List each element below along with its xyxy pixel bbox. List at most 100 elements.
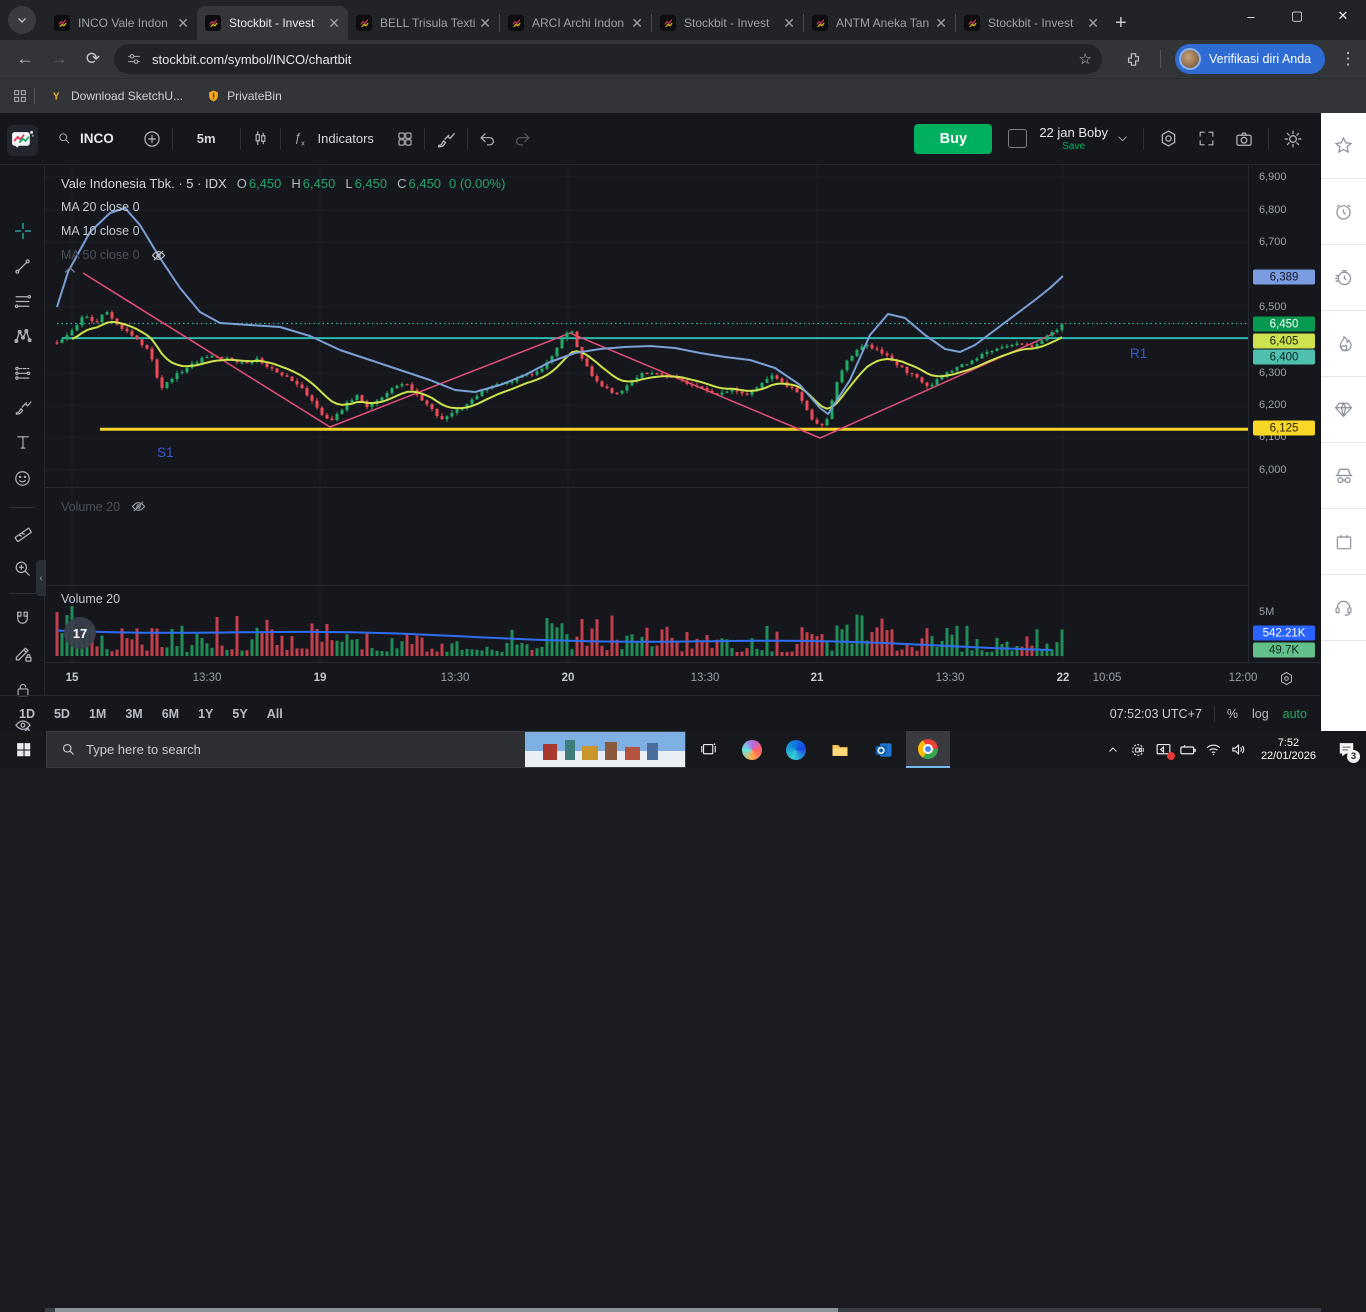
timeframe-1m-button[interactable]: 1M bbox=[89, 707, 106, 721]
apps-grid-icon[interactable] bbox=[12, 88, 28, 104]
hotlist-flame-icon[interactable] bbox=[1321, 311, 1366, 377]
magnet-icon[interactable] bbox=[0, 603, 45, 633]
url-text[interactable]: stockbit.com/symbol/INCO/chartbit bbox=[152, 52, 351, 67]
watchlist-star-icon[interactable] bbox=[1321, 113, 1366, 179]
tray-chevron-up-icon[interactable] bbox=[1101, 731, 1126, 768]
timeframe-5d-button[interactable]: 5D bbox=[54, 707, 70, 721]
browser-tab[interactable]: Stockbit - Invest ✕ bbox=[197, 6, 348, 40]
task-view-icon[interactable] bbox=[686, 731, 730, 768]
tab-close-icon[interactable]: ✕ bbox=[328, 15, 340, 32]
browser-tab[interactable]: ARCI Archi Indon ✕ bbox=[500, 6, 651, 40]
taskbar-search-box[interactable]: Type here to search bbox=[46, 731, 686, 768]
legend-ma50-hidden[interactable]: MA 50 close 0 bbox=[61, 243, 505, 267]
forward-button[interactable]: → bbox=[42, 42, 76, 76]
address-bar[interactable]: stockbit.com/symbol/INCO/chartbit ☆ bbox=[114, 44, 1102, 74]
ideas-diamond-icon[interactable] bbox=[1321, 377, 1366, 443]
symbol-search[interactable]: INCO bbox=[57, 131, 114, 146]
fullscreen-icon[interactable] bbox=[1197, 129, 1216, 148]
countdown-timer-icon[interactable] bbox=[1321, 245, 1366, 311]
fib-lines-icon[interactable] bbox=[0, 286, 45, 316]
window-close-button[interactable]: ✕ bbox=[1320, 0, 1366, 32]
site-info-tune-icon[interactable] bbox=[126, 51, 142, 67]
chart-settings-gear-icon[interactable] bbox=[1158, 128, 1179, 149]
xabcd-pattern-icon[interactable] bbox=[0, 321, 45, 351]
bookmark-item[interactable]: PrivateBin bbox=[205, 88, 282, 104]
ruler-icon[interactable] bbox=[0, 517, 45, 547]
legend-collapse-chevron[interactable] bbox=[63, 265, 77, 275]
file-explorer-icon[interactable] bbox=[818, 731, 862, 768]
timeframe-all-button[interactable]: All bbox=[267, 707, 283, 721]
bookmark-item[interactable]: Y Download SketchU... bbox=[49, 88, 183, 104]
eye-off-icon[interactable] bbox=[150, 247, 167, 264]
timeframe-5y-button[interactable]: 5Y bbox=[232, 707, 247, 721]
tab-close-icon[interactable]: ✕ bbox=[631, 15, 643, 32]
s1-label[interactable]: S1 bbox=[157, 445, 174, 460]
buy-button[interactable]: Buy bbox=[914, 123, 993, 154]
browser-tab[interactable]: ANTM Aneka Tan ✕ bbox=[804, 6, 955, 40]
stockbit-logo[interactable] bbox=[7, 125, 38, 156]
chrome-icon[interactable] bbox=[906, 731, 950, 768]
brush-icon[interactable] bbox=[0, 392, 45, 422]
timeframe-3m-button[interactable]: 3M bbox=[125, 707, 142, 721]
legend-title-row[interactable]: Vale Indonesia Tbk. · 5 · IDX O 6,450 H 6,… bbox=[61, 171, 505, 195]
emoji-icon[interactable] bbox=[0, 463, 45, 493]
browser-tab[interactable]: Stockbit - Invest ✕ bbox=[956, 6, 1107, 40]
volume-pane-label[interactable]: Volume 20 bbox=[61, 592, 120, 606]
pane-divider[interactable] bbox=[45, 585, 1248, 586]
speaker-icon[interactable] bbox=[1226, 731, 1251, 768]
tab-close-icon[interactable]: ✕ bbox=[1087, 15, 1099, 32]
time-axis[interactable]: 15 13:30 19 13:30 20 13:30 21 13:30 22 10:05 12:00 bbox=[45, 662, 1321, 695]
snapshot-camera-icon[interactable] bbox=[1234, 129, 1254, 149]
text-tool-icon[interactable] bbox=[0, 427, 45, 457]
hidden-volume-pane-label[interactable]: Volume 20 bbox=[61, 498, 147, 515]
browser-tab[interactable]: Stockbit - Invest ✕ bbox=[652, 6, 803, 40]
extensions-puzzle-icon[interactable] bbox=[1116, 42, 1150, 76]
meet-now-icon[interactable] bbox=[1126, 731, 1151, 768]
scrollbar-thumb[interactable] bbox=[55, 1308, 838, 1312]
bookmark-star-icon[interactable]: ☆ bbox=[1079, 50, 1092, 68]
wireless-display-icon[interactable] bbox=[1151, 731, 1176, 768]
browser-menu-dots-icon[interactable]: ⋮ bbox=[1331, 42, 1365, 76]
browser-tab[interactable]: INCO Vale Indon ✕ bbox=[46, 6, 197, 40]
theme-sun-icon[interactable] bbox=[1283, 129, 1303, 149]
weather-widget-image[interactable] bbox=[525, 732, 685, 767]
new-tab-button[interactable]: + bbox=[1115, 12, 1127, 35]
percent-scale-button[interactable]: % bbox=[1227, 707, 1238, 721]
crosshair-icon[interactable] bbox=[0, 216, 45, 246]
brush-check-icon[interactable] bbox=[435, 128, 457, 150]
battery-icon[interactable] bbox=[1176, 731, 1201, 768]
reload-button[interactable]: ⟳ bbox=[76, 42, 110, 76]
chart-area[interactable]: S1 R1 17 Vale Indonesia Tbk. · 5 · IDX O 6,… bbox=[45, 165, 1248, 662]
eye-off-icon[interactable] bbox=[130, 498, 147, 515]
time-axis-gear-icon[interactable] bbox=[1278, 670, 1295, 687]
forecast-icon[interactable] bbox=[0, 357, 45, 387]
legend-ma20[interactable]: MA 20 close 0 bbox=[61, 195, 505, 219]
back-button[interactable]: ← bbox=[8, 42, 42, 76]
window-minimize-button[interactable]: – bbox=[1228, 0, 1274, 32]
indicators-button[interactable]: ƒx Indicators bbox=[291, 129, 374, 149]
pane-divider[interactable] bbox=[45, 487, 1248, 488]
templates-grid-icon[interactable] bbox=[396, 130, 414, 148]
save-label[interactable]: Save bbox=[1039, 141, 1108, 152]
timeframe-6m-button[interactable]: 6M bbox=[162, 707, 179, 721]
legend-ma10[interactable]: MA 10 close 0 bbox=[61, 219, 505, 243]
price-scale[interactable]: 6,900 6,800 6,700 6,500 6,300 6,200 6,100 6,000… bbox=[1248, 165, 1321, 662]
r1-label[interactable]: R1 bbox=[1130, 346, 1147, 361]
compare-plus-icon[interactable] bbox=[142, 129, 162, 149]
notification-center-icon[interactable]: 3 bbox=[1326, 731, 1366, 768]
copilot-icon[interactable] bbox=[730, 731, 774, 768]
undo-icon[interactable] bbox=[478, 129, 497, 148]
verify-identity-button[interactable]: Verifikasi diri Anda bbox=[1175, 44, 1326, 74]
alarm-clock-icon[interactable] bbox=[1321, 179, 1366, 245]
interval-button[interactable]: 5m bbox=[183, 131, 230, 146]
tab-close-icon[interactable]: ✕ bbox=[479, 15, 491, 32]
browser-tab[interactable]: BELL Trisula Texti ✕ bbox=[348, 6, 499, 40]
session-clock[interactable]: 07:52:03 UTC+7 bbox=[1110, 707, 1202, 721]
candle-style-icon[interactable] bbox=[251, 129, 270, 148]
layout-checkbox[interactable] bbox=[1008, 129, 1028, 148]
tab-close-icon[interactable]: ✕ bbox=[177, 15, 189, 32]
drawing-pencil-lock-icon[interactable] bbox=[0, 639, 45, 669]
tab-close-icon[interactable]: ✕ bbox=[783, 15, 795, 32]
tab-close-icon[interactable]: ✕ bbox=[935, 15, 947, 32]
timeframe-1d-button[interactable]: 1D bbox=[19, 707, 35, 721]
